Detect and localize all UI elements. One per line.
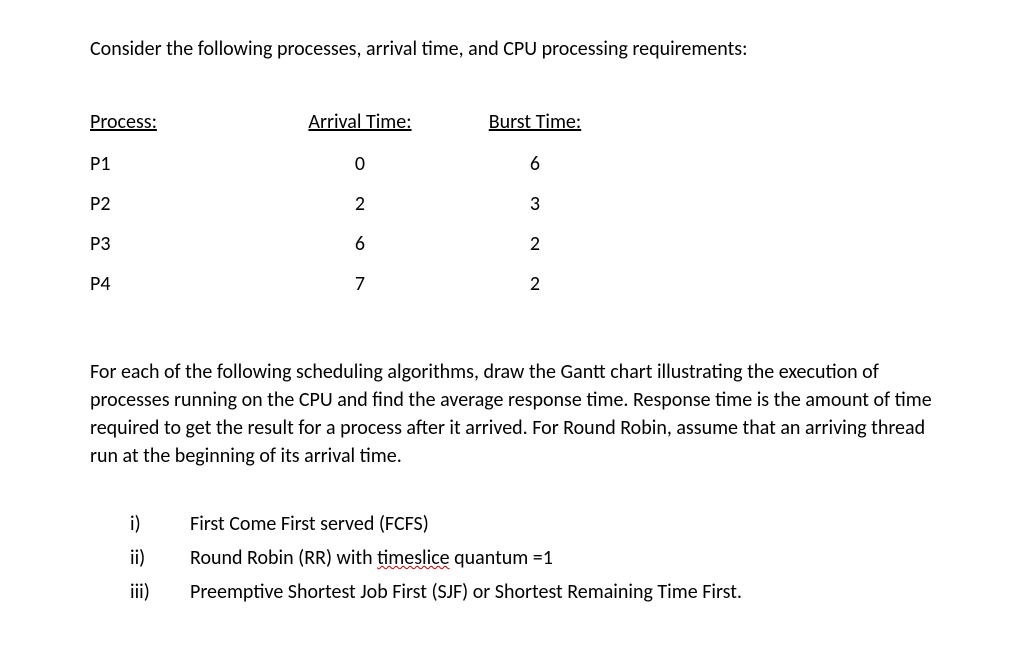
list-marker: iii) [130, 578, 190, 606]
cell-process: P4 [90, 270, 265, 298]
header-burst: Burst Time: [455, 108, 615, 136]
list-item: i) First Come First served (FCFS) [130, 510, 934, 538]
description-text: For each of the following scheduling alg… [90, 358, 934, 470]
list-item: iii) Preemptive Shortest Job First (SJF)… [130, 578, 934, 606]
cell-burst: 2 [455, 270, 615, 298]
column-arrival: Arrival Time: 0 2 6 7 [265, 108, 455, 310]
cell-arrival: 0 [265, 150, 455, 178]
cell-process: P3 [90, 230, 265, 258]
column-burst: Burst Time: 6 3 2 2 [455, 108, 615, 310]
cell-process: P1 [90, 150, 265, 178]
column-process: Process: P1 P2 P3 P4 [90, 108, 265, 310]
list-text: First Come First served (FCFS) [190, 510, 429, 538]
list-text: Preemptive Shortest Job First (SJF) or S… [190, 578, 742, 606]
intro-text: Consider the following processes, arriva… [90, 35, 934, 63]
header-process: Process: [90, 108, 265, 136]
cell-arrival: 6 [265, 230, 455, 258]
cell-arrival: 7 [265, 270, 455, 298]
cell-arrival: 2 [265, 190, 455, 218]
list-marker: i) [130, 510, 190, 538]
process-table: Process: P1 P2 P3 P4 Arrival Time: 0 2 6… [90, 108, 934, 310]
header-arrival: Arrival Time: [265, 108, 455, 136]
list-text: Round Robin (RR) with timeslice quantum … [190, 544, 553, 572]
question-list: i) First Come First served (FCFS) ii) Ro… [90, 510, 934, 606]
cell-process: P2 [90, 190, 265, 218]
cell-burst: 3 [455, 190, 615, 218]
cell-burst: 2 [455, 230, 615, 258]
list-item: ii) Round Robin (RR) with timeslice quan… [130, 544, 934, 572]
list-marker: ii) [130, 544, 190, 572]
spellcheck-word: timeslice [377, 546, 449, 570]
cell-burst: 6 [455, 150, 615, 178]
